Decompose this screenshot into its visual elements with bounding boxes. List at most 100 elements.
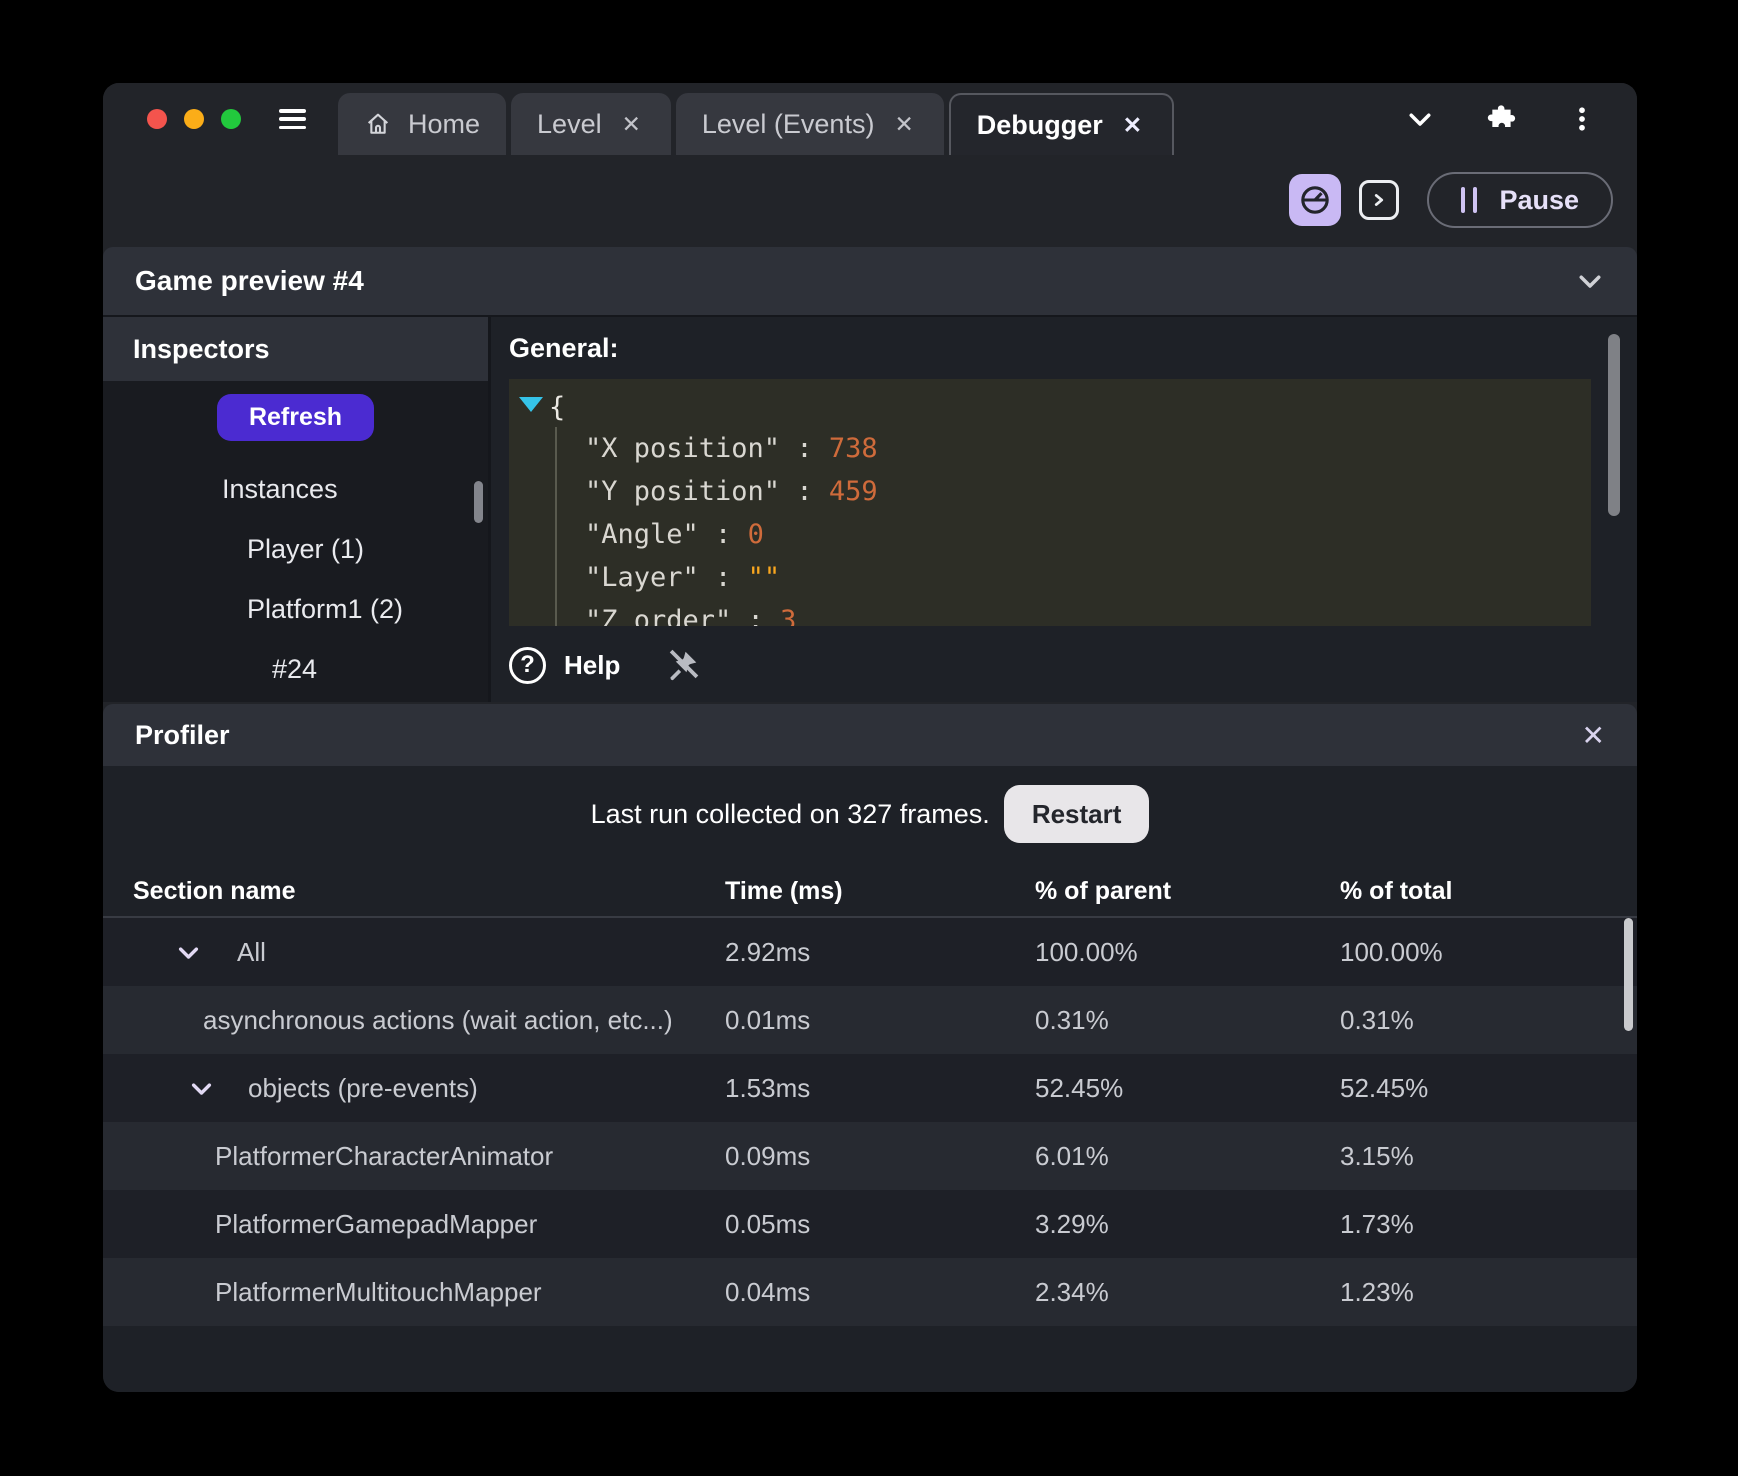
section-name: PlatformerMultitouchMapper <box>215 1276 542 1307</box>
inspector-detail-panel: General: { "X position" : 738 "Y position… <box>491 317 1637 702</box>
inspector-item-platform1-2-[interactable]: Platform1 (2) <box>103 579 488 639</box>
zoom-window-button[interactable] <box>221 109 241 129</box>
console-button[interactable] <box>1359 180 1400 220</box>
collapse-triangle-icon[interactable] <box>519 397 543 412</box>
pause-button[interactable]: Pause <box>1427 172 1613 228</box>
game-preview-title: Game preview #4 <box>135 265 364 296</box>
help-row: ? Help <box>509 630 1637 700</box>
expand-chevron-icon[interactable] <box>188 1075 215 1102</box>
inspector-item--24[interactable]: #24 <box>103 639 488 699</box>
pause-button-label: Pause <box>1499 184 1579 215</box>
json-property: "Layer" : "" <box>585 562 781 593</box>
titlebar-actions <box>1405 83 1637 155</box>
tab-level[interactable]: Level ✕ <box>511 93 671 155</box>
expand-chevron-icon[interactable] <box>175 939 202 966</box>
json-property-lines: "X position" : 738 "Y position" : 459 "Ang… <box>555 427 1591 626</box>
time-cell: 0.04ms <box>725 1276 811 1307</box>
section-name: All <box>237 936 266 967</box>
inspectors-scrollbar-thumb[interactable] <box>474 481 483 523</box>
json-property: "X position" : 738 <box>585 433 878 464</box>
properties-json-view: { "X position" : 738 "Y position" : 459 "A… <box>509 379 1591 626</box>
tab-label: Level (Events) <box>701 108 875 139</box>
inspector-item-instances[interactable]: Instances <box>103 459 488 519</box>
pause-icon <box>1461 187 1478 213</box>
menu-icon[interactable] <box>279 109 306 129</box>
pct-total-cell: 52.45% <box>1340 1072 1429 1103</box>
refresh-button[interactable]: Refresh <box>216 394 375 441</box>
section-name: objects (pre-events) <box>248 1072 478 1103</box>
json-value[interactable]: "" <box>748 562 781 593</box>
help-icon[interactable]: ? <box>509 646 546 684</box>
tab-home[interactable]: Home <box>338 93 507 155</box>
json-value[interactable]: 459 <box>829 476 878 507</box>
json-value[interactable]: 738 <box>829 433 878 464</box>
json-value[interactable]: 0 <box>748 519 764 550</box>
profiler-title: Profiler <box>135 719 230 750</box>
tab-label: Debugger <box>976 109 1103 140</box>
restart-button[interactable]: Restart <box>1003 785 1150 843</box>
column-header: Section name <box>133 876 296 905</box>
profiler-toggle-button[interactable] <box>1289 174 1342 226</box>
tab-debugger[interactable]: Debugger ✕ <box>948 93 1175 155</box>
pct-parent-cell: 0.31% <box>1035 1004 1109 1035</box>
json-property: "Angle" : 0 <box>585 519 764 550</box>
tab-close-icon[interactable]: ✕ <box>1119 110 1146 141</box>
pct-parent-cell: 6.01% <box>1035 1140 1109 1171</box>
profiler-table-header: Section name Time (ms) % of parent % of tot… <box>103 866 1637 918</box>
profiler-table-scrollbar-thumb[interactable] <box>1624 918 1633 1031</box>
inspectors-panel-title: Inspectors <box>103 317 488 381</box>
json-property: "Z order" : 3 <box>585 599 1591 626</box>
table-row[interactable]: asynchronous actions (wait action, etc..… <box>103 986 1637 1054</box>
section-name: PlatformerCharacterAnimator <box>215 1140 554 1171</box>
table-row[interactable]: PlatformerCharacterAnimator 0.09ms 6.01% 3.… <box>103 1122 1637 1190</box>
profiler-close-icon[interactable]: ✕ <box>1582 719 1605 752</box>
json-value[interactable]: 3 <box>780 605 796 626</box>
profiler-table: Section name Time (ms) % of parent % of tot… <box>103 866 1637 1326</box>
tab-label: Level <box>537 108 602 139</box>
title-bar: Home Level ✕ Level (Events) ✕ Debugger ✕ <box>103 83 1637 155</box>
time-cell: 1.53ms <box>725 1072 811 1103</box>
time-cell: 2.92ms <box>725 936 811 967</box>
profiler-status-row: Last run collected on 327 frames. Restar… <box>103 766 1637 862</box>
tab-bar: Home Level ✕ Level (Events) ✕ Debugger ✕ <box>338 83 1175 155</box>
profiler-header: Profiler ✕ <box>103 704 1637 766</box>
table-row[interactable]: PlatformerMultitouchMapper 0.04ms 2.34% 1.2… <box>103 1258 1637 1326</box>
json-property: "Y position" : 459 <box>585 476 878 507</box>
collapse-chevron-icon[interactable] <box>1575 266 1605 296</box>
pct-total-cell: 1.73% <box>1340 1208 1414 1239</box>
time-cell: 0.01ms <box>725 1004 811 1035</box>
general-section-title: General: <box>509 332 619 363</box>
tab-label: Home <box>408 108 481 139</box>
profiler-table-rows: All 2.92ms 100.00% 100.00% asynchronous acti… <box>103 918 1637 1326</box>
section-name: PlatformerGamepadMapper <box>215 1208 538 1239</box>
minimize-window-button[interactable] <box>184 109 204 129</box>
extensions-puzzle-icon[interactable] <box>1485 103 1517 135</box>
table-row[interactable]: PlatformerGamepadMapper 0.05ms 3.29% 1.73% <box>103 1190 1637 1258</box>
detail-scrollbar-thumb[interactable] <box>1608 334 1620 516</box>
kebab-menu-icon[interactable] <box>1567 104 1597 134</box>
table-row[interactable]: objects (pre-events) 1.53ms 52.45% 52.45% <box>103 1054 1637 1122</box>
inspector-item-player-1-[interactable]: Player (1) <box>103 519 488 579</box>
pct-total-cell: 3.15% <box>1340 1140 1414 1171</box>
time-cell: 0.09ms <box>725 1140 811 1171</box>
inspectors-list-container: Refresh Instances Player (1) Platform1 (2)… <box>103 381 488 702</box>
pct-parent-cell: 3.29% <box>1035 1208 1109 1239</box>
table-row[interactable]: All 2.92ms 100.00% 100.00% <box>103 918 1637 986</box>
game-preview-header[interactable]: Game preview #4 <box>103 247 1637 315</box>
chevron-down-icon[interactable] <box>1405 104 1435 134</box>
close-window-button[interactable] <box>147 109 167 129</box>
profiler-status-text: Last run collected on 327 frames. <box>590 798 990 829</box>
column-header: Time (ms) <box>725 876 843 905</box>
debugger-toolbar: Pause <box>103 155 1637 245</box>
inspectors-tree: Instances Player (1) Platform1 (2) #24 <box>103 459 488 699</box>
tab-close-icon[interactable]: ✕ <box>890 109 917 140</box>
tab-level-events-[interactable]: Level (Events) ✕ <box>675 93 944 155</box>
json-open-brace: { <box>549 392 566 423</box>
home-icon <box>364 110 392 138</box>
pct-parent-cell: 52.45% <box>1035 1072 1124 1103</box>
profiler-body: Last run collected on 327 frames. Restar… <box>103 766 1637 1392</box>
pin-off-icon[interactable] <box>664 646 702 684</box>
pct-parent-cell: 100.00% <box>1035 936 1138 967</box>
tab-close-icon[interactable]: ✕ <box>618 109 645 140</box>
pct-total-cell: 1.23% <box>1340 1276 1414 1307</box>
